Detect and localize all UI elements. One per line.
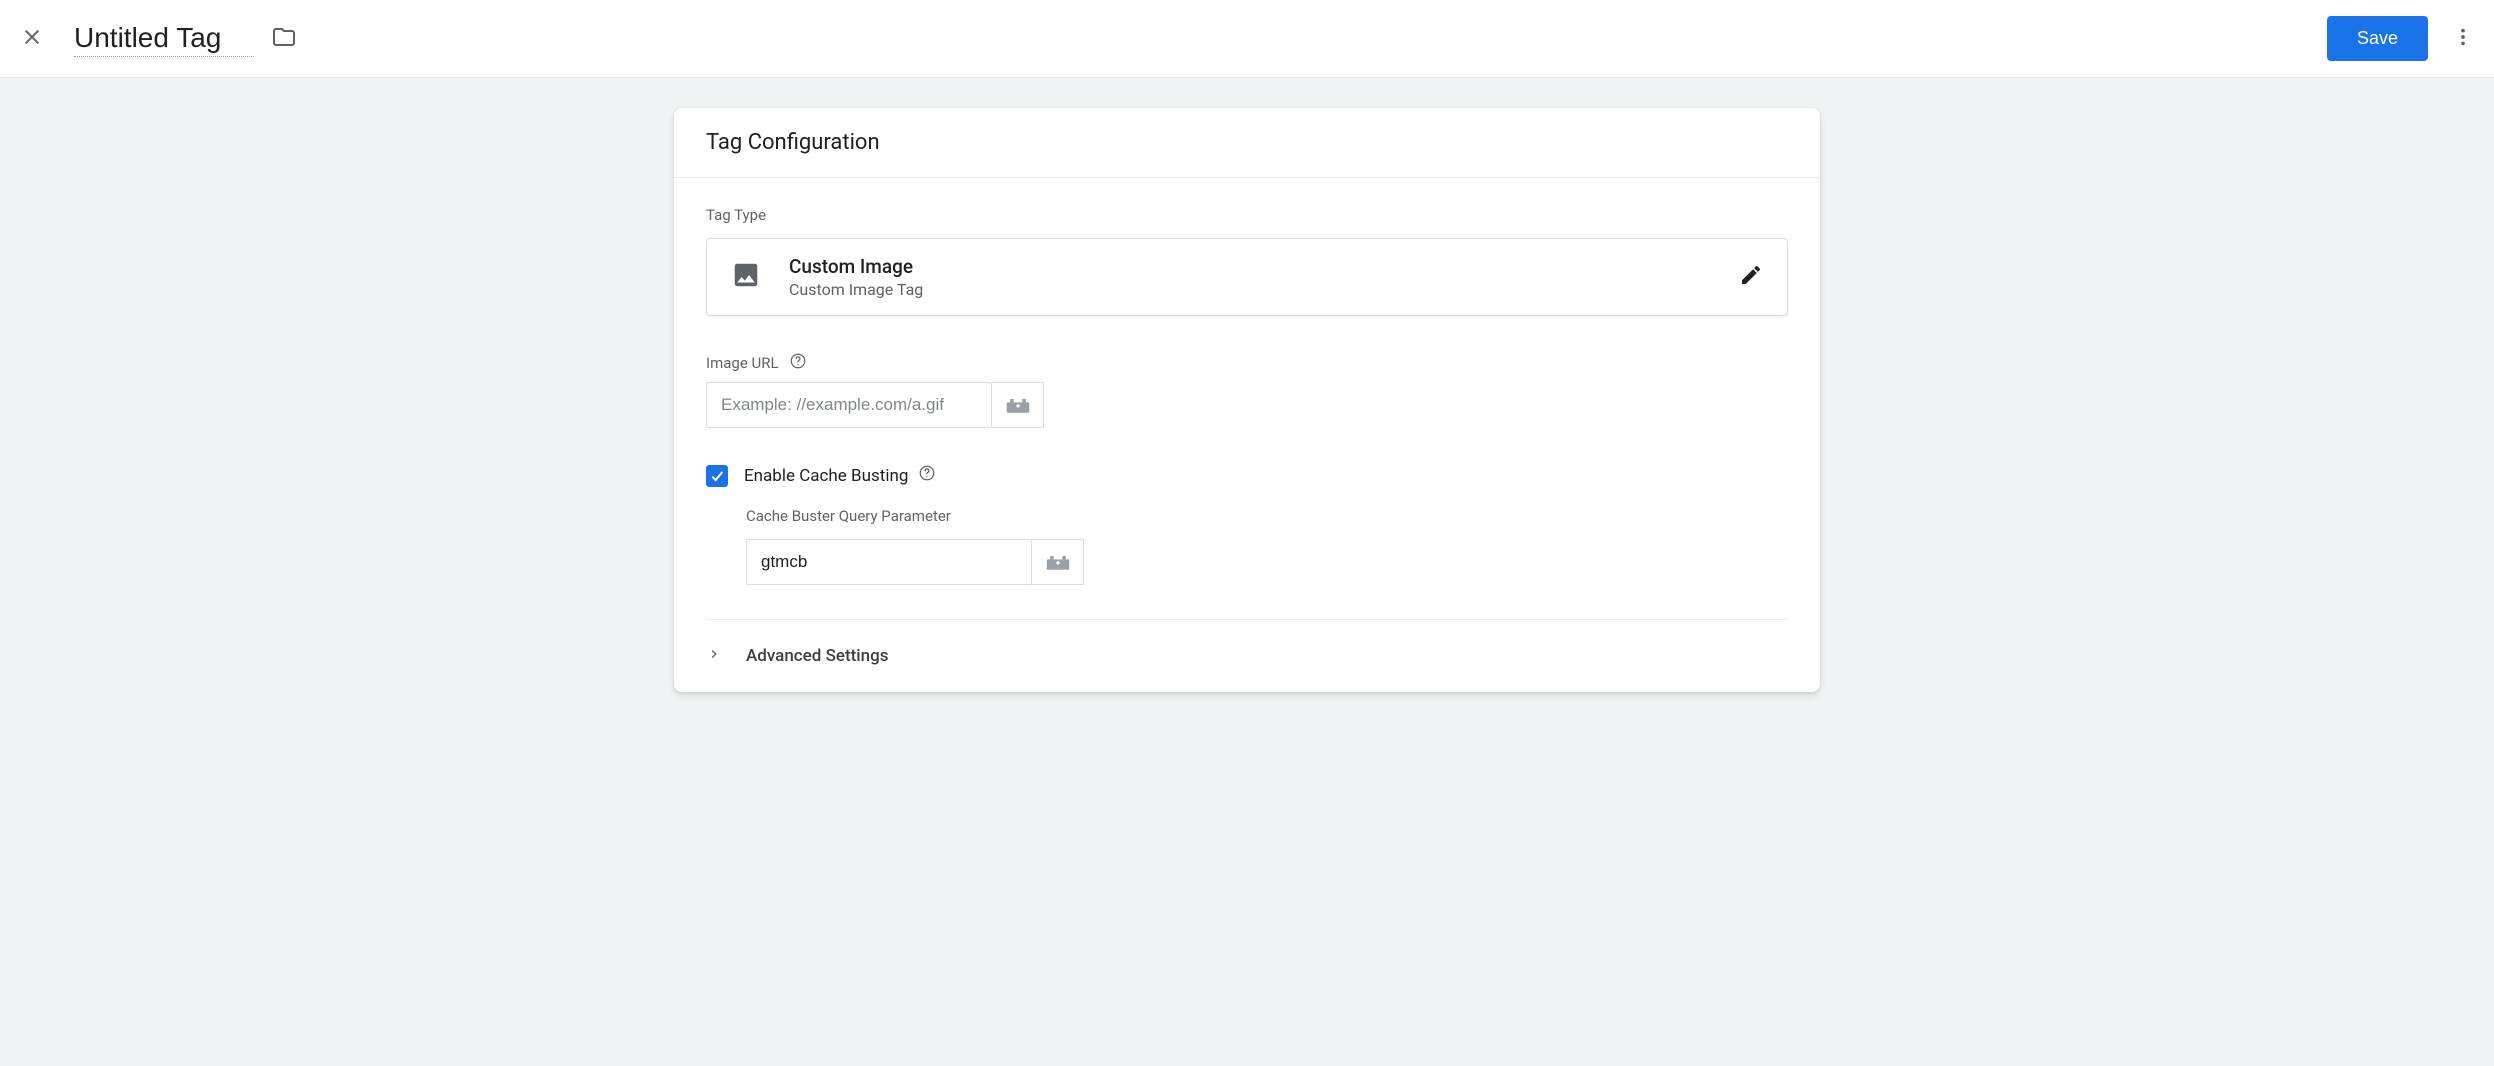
tag-type-name: Custom Image (789, 255, 923, 278)
card-body: Tag Type Custom Image Custom Image Tag I… (674, 178, 1820, 620)
cache-busting-label: Enable Cache Busting (744, 466, 908, 486)
cache-busting-checkbox[interactable] (706, 465, 728, 487)
tag-type-selector[interactable]: Custom Image Custom Image Tag (706, 238, 1788, 316)
tag-type-text: Custom Image Custom Image Tag (789, 255, 923, 299)
card-title: Tag Configuration (674, 108, 1820, 178)
cache-param-label: Cache Buster Query Parameter (746, 507, 1788, 525)
image-url-label: Image URL (706, 354, 779, 372)
advanced-settings-toggle[interactable]: Advanced Settings (674, 620, 1820, 692)
tag-type-label: Tag Type (706, 206, 1788, 224)
advanced-settings-label: Advanced Settings (746, 646, 888, 666)
title-wrap (74, 20, 296, 57)
image-url-block: Image URL (706, 352, 1788, 428)
variable-picker-button[interactable] (992, 382, 1044, 428)
image-icon (731, 260, 761, 294)
close-icon[interactable] (20, 25, 44, 53)
help-icon[interactable] (918, 464, 936, 487)
edit-icon[interactable] (1739, 263, 1763, 291)
folder-icon[interactable] (272, 25, 296, 53)
help-icon[interactable] (789, 352, 807, 374)
cache-param-input[interactable] (746, 539, 1032, 585)
header-left (20, 20, 296, 57)
image-url-input[interactable] (706, 382, 992, 428)
page-header: Save (0, 0, 2494, 78)
title-input[interactable] (74, 20, 254, 57)
image-url-input-row (706, 382, 1788, 428)
tag-config-card: Tag Configuration Tag Type Custom Image … (674, 108, 1820, 692)
cache-busting-row: Enable Cache Busting (706, 464, 1788, 487)
variable-picker-button[interactable] (1032, 539, 1084, 585)
cache-param-input-row (746, 539, 1788, 585)
save-button[interactable]: Save (2327, 16, 2428, 61)
tag-type-sub: Custom Image Tag (789, 280, 923, 299)
image-url-label-row: Image URL (706, 352, 1788, 374)
cache-param-block: Cache Buster Query Parameter (746, 507, 1788, 585)
cache-busting-label-row: Enable Cache Busting (744, 464, 936, 487)
more-menu-icon[interactable] (2452, 26, 2474, 52)
chevron-right-icon (706, 646, 722, 666)
